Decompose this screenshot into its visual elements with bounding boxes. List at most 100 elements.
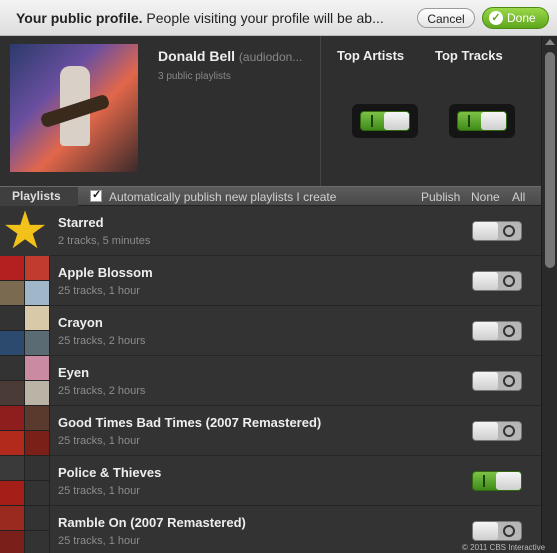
publish-toggle[interactable] — [472, 421, 522, 441]
profile-playlist-count: 3 public playlists — [158, 71, 231, 82]
album-art — [25, 481, 49, 505]
playlist-meta: 25 tracks, 2 hours — [58, 335, 146, 347]
top-artists-title: Top Artists — [337, 48, 405, 63]
album-art — [0, 256, 24, 280]
playlist-title: Eyen — [58, 365, 90, 380]
album-art — [0, 306, 24, 330]
playlist-thumbnail — [0, 506, 50, 553]
playlist-row[interactable]: Police & Thieves 25 tracks, 1 hour — [0, 456, 541, 506]
toggle-off-mark — [503, 225, 515, 237]
done-button[interactable]: ✓ Done — [482, 7, 549, 29]
tab-playlists[interactable]: Playlists — [0, 187, 78, 206]
publish-toggle[interactable] — [472, 471, 522, 491]
toggle-knob — [473, 272, 498, 290]
autopublish-label: Automatically publish new playlists I cr… — [109, 190, 337, 204]
album-art — [25, 331, 49, 355]
playlist-row[interactable]: Good Times Bad Times (2007 Remastered) 2… — [0, 406, 541, 456]
toggle-knob — [496, 472, 521, 490]
toggle-knob — [473, 222, 498, 240]
toggle-knob — [473, 322, 498, 340]
album-art — [0, 431, 24, 455]
publish-toggle[interactable] — [472, 321, 522, 341]
toggle-knob — [473, 422, 498, 440]
top-artists-toggle-frame — [352, 104, 418, 138]
publish-all-link[interactable]: All — [512, 190, 525, 204]
star-icon: ★ — [1, 206, 49, 260]
done-label: Done — [507, 11, 536, 25]
playlist-thumbnail — [0, 406, 50, 456]
album-art — [25, 256, 49, 280]
scroll-up-arrow-icon[interactable] — [545, 39, 555, 45]
top-artists-toggle[interactable] — [360, 111, 410, 131]
top-bar: Your public profile. People visiting you… — [0, 0, 557, 36]
album-art — [0, 331, 24, 355]
playlist-thumbnail: ★ — [0, 206, 50, 260]
publish-toggle[interactable] — [472, 221, 522, 241]
album-art — [0, 281, 24, 305]
profile-display-name: Donald Bell — [158, 48, 236, 64]
playlist-meta: 25 tracks, 1 hour — [58, 485, 140, 497]
playlist-meta: 2 tracks, 5 minutes — [58, 235, 151, 247]
message-text: People visiting your profile will be ab.… — [142, 10, 384, 26]
header-divider — [320, 36, 321, 186]
album-art — [25, 281, 49, 305]
public-profile-message: Your public profile. People visiting you… — [16, 10, 396, 26]
profile-name: Donald Bell (audiodon... — [158, 48, 302, 64]
cancel-button[interactable]: Cancel — [417, 8, 475, 28]
playlist-row[interactable]: Crayon 25 tracks, 2 hours — [0, 306, 541, 356]
scrollbar-thumb[interactable] — [545, 52, 555, 268]
album-art — [0, 356, 24, 380]
playlist-row[interactable]: Apple Blossom 25 tracks, 1 hour — [0, 256, 541, 306]
playlist-thumbnail — [0, 356, 50, 406]
album-art — [0, 531, 24, 553]
playlist-title: Crayon — [58, 315, 103, 330]
profile-photo — [10, 44, 138, 172]
playlist-toolbar: Playlists ✓ Automatically publish new pl… — [0, 186, 541, 206]
toggle-off-mark — [503, 275, 515, 287]
album-art — [0, 406, 24, 430]
publish-toggle[interactable] — [472, 271, 522, 291]
album-art — [25, 456, 49, 480]
playlist-row[interactable]: Ramble On (2007 Remastered) 25 tracks, 1… — [0, 506, 541, 553]
top-tracks-toggle-frame — [449, 104, 515, 138]
profile-header: Donald Bell (audiodon... 3 public playli… — [0, 36, 541, 186]
playlist-list: ★ Starred 2 tracks, 5 minutes Apple Blos… — [0, 206, 541, 553]
autopublish-checkbox[interactable]: ✓ — [90, 189, 102, 202]
playlist-title: Ramble On (2007 Remastered) — [58, 515, 246, 530]
toggle-off-mark — [503, 525, 515, 537]
check-icon: ✓ — [489, 11, 503, 25]
album-art — [25, 381, 49, 405]
album-art — [25, 356, 49, 380]
toggle-off-mark — [503, 425, 515, 437]
publish-toggle[interactable] — [472, 521, 522, 541]
copyright-watermark: © 2011 CBS Interactive — [462, 543, 546, 552]
publish-none-link[interactable]: None — [471, 190, 500, 204]
publish-toggle[interactable] — [472, 371, 522, 391]
album-art — [25, 506, 49, 530]
vertical-scrollbar[interactable] — [541, 36, 557, 553]
toggle-off-mark — [503, 375, 515, 387]
album-art — [25, 406, 49, 430]
top-tracks-title: Top Tracks — [435, 48, 503, 63]
message-title: Your public profile. — [16, 10, 143, 26]
album-art — [25, 531, 49, 553]
playlist-thumbnail — [0, 306, 50, 356]
playlist-title: Apple Blossom — [58, 265, 153, 280]
album-art — [25, 431, 49, 455]
playlist-thumbnail — [0, 456, 50, 506]
playlist-meta: 25 tracks, 1 hour — [58, 285, 140, 297]
playlist-meta: 25 tracks, 2 hours — [58, 385, 146, 397]
playlist-row[interactable]: ★ Starred 2 tracks, 5 minutes — [0, 206, 541, 260]
toggle-on-mark — [371, 115, 373, 127]
playlist-row[interactable]: Eyen 25 tracks, 2 hours — [0, 356, 541, 406]
playlist-thumbnail — [0, 256, 50, 306]
playlist-title: Police & Thieves — [58, 465, 162, 480]
album-art — [0, 381, 24, 405]
toggle-knob — [481, 112, 506, 130]
album-art — [0, 481, 24, 505]
playlist-meta: 25 tracks, 1 hour — [58, 435, 140, 447]
checkmark-icon: ✓ — [92, 189, 102, 201]
toggle-knob — [473, 522, 498, 540]
toggle-on-mark — [468, 115, 470, 127]
top-tracks-toggle[interactable] — [457, 111, 507, 131]
